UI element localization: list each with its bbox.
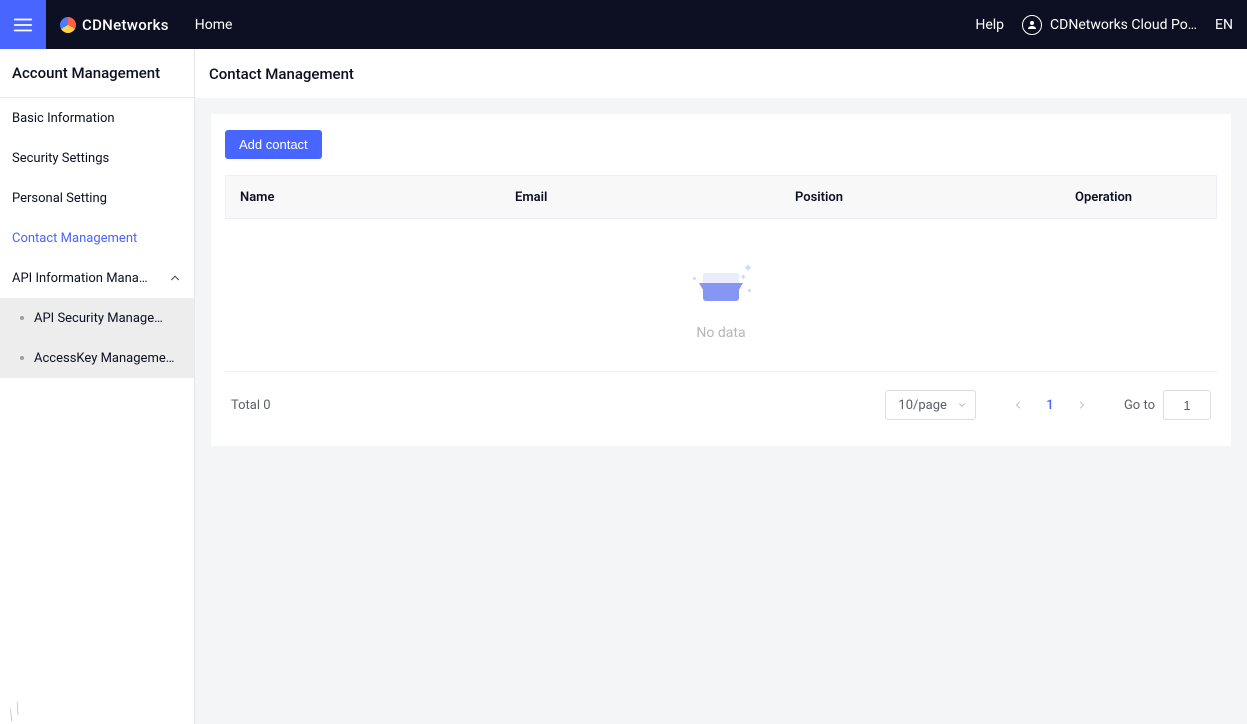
brand-text: CDNetworks [82, 16, 169, 34]
sidebar-item-label: Contact Management [12, 231, 137, 246]
table-header-row: Name Email Position Operation [225, 175, 1217, 219]
table-empty-state: ✦ ✦ No data [225, 219, 1217, 371]
brand[interactable]: CDNetworks [60, 16, 169, 34]
hamburger-menu-button[interactable] [0, 0, 46, 49]
main-area: Contact Management Add contact Name Emai… [195, 49, 1247, 724]
chevron-down-icon [957, 400, 967, 410]
chevron-right-icon [1076, 399, 1088, 411]
column-header-email: Email [501, 176, 781, 218]
pagination-goto: Go to [1124, 390, 1211, 420]
chevron-left-icon [1012, 399, 1024, 411]
sidebar-subitem-accesskey[interactable]: AccessKey Manageme… [0, 338, 194, 378]
sidebar-item-contact-management[interactable]: Contact Management [0, 218, 194, 258]
sidebar-item-label: AccessKey Manageme… [34, 351, 174, 366]
account-menu[interactable]: CDNetworks Cloud Po… [1022, 15, 1197, 35]
sidebar-subgroup-api: API Security Manage… AccessKey Manageme… [0, 298, 194, 378]
help-link[interactable]: Help [975, 17, 1004, 33]
hamburger-icon [12, 14, 34, 36]
sidebar-item-basic-information[interactable]: Basic Information [0, 98, 194, 138]
language-switch[interactable]: EN [1215, 17, 1233, 33]
column-header-name: Name [226, 176, 501, 218]
empty-text: No data [225, 325, 1217, 341]
bullet-icon [20, 356, 24, 360]
avatar-icon [1022, 15, 1042, 35]
topbar: CDNetworks Home Help CDNetworks Cloud Po… [0, 0, 1247, 49]
pagination-total: Total 0 [231, 398, 271, 413]
pagination: Total 0 10/page 1 [211, 390, 1231, 420]
account-name: CDNetworks Cloud Po… [1050, 17, 1197, 33]
page-size-value: 10/page [898, 398, 947, 413]
sidebar-item-label: API Information Mana… [12, 271, 148, 286]
add-contact-button[interactable]: Add contact [225, 130, 322, 159]
topbar-right: Help CDNetworks Cloud Po… EN [975, 15, 1247, 35]
sidebar-item-security-settings[interactable]: Security Settings [0, 138, 194, 178]
pagination-prev-button[interactable] [1006, 393, 1030, 417]
brand-logo-icon [60, 17, 76, 33]
pagination-next-button[interactable] [1070, 393, 1094, 417]
pagination-page-1[interactable]: 1 [1038, 393, 1062, 417]
contacts-table: Name Email Position Operation ✦ ✦ [225, 175, 1217, 372]
sidebar: Account Management Basic Information Sec… [0, 49, 195, 724]
page-size-select[interactable]: 10/page [885, 390, 976, 420]
empty-tray-icon: ✦ ✦ [689, 259, 753, 311]
sidebar-item-label: Personal Setting [12, 191, 107, 206]
page-title: Contact Management [195, 49, 1247, 98]
goto-label: Go to [1124, 398, 1155, 413]
sidebar-subitem-api-security[interactable]: API Security Manage… [0, 298, 194, 338]
nav-home[interactable]: Home [195, 17, 233, 33]
chevron-up-icon [168, 271, 182, 285]
sidebar-collapse-handle[interactable]: ⟋⟋ [3, 701, 26, 724]
column-header-operation: Operation [1061, 176, 1216, 218]
sidebar-item-label: API Security Manage… [34, 311, 163, 326]
sidebar-title: Account Management [0, 49, 194, 98]
column-header-position: Position [781, 176, 1061, 218]
sidebar-item-api-info-management[interactable]: API Information Mana… [0, 258, 194, 298]
goto-input[interactable] [1163, 390, 1211, 420]
sidebar-item-personal-setting[interactable]: Personal Setting [0, 178, 194, 218]
sidebar-item-label: Basic Information [12, 111, 115, 126]
content-card: Add contact Name Email Position Operatio… [211, 114, 1231, 446]
sidebar-item-label: Security Settings [12, 151, 109, 166]
bullet-icon [20, 316, 24, 320]
